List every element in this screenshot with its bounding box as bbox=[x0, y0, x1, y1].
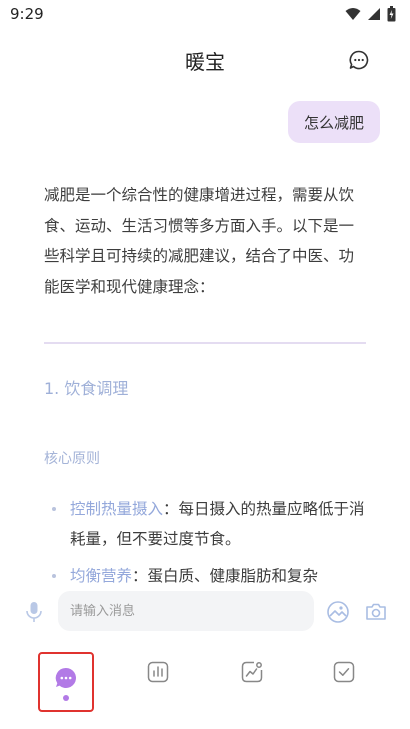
status-bar: 9:29 bbox=[0, 0, 410, 30]
bullet-separator: ： bbox=[163, 500, 179, 518]
divider bbox=[44, 342, 366, 344]
checkbox-icon bbox=[333, 661, 355, 683]
bar-chart-icon bbox=[147, 661, 169, 683]
wifi-icon bbox=[345, 8, 361, 20]
tab-checklist[interactable] bbox=[316, 648, 372, 708]
subsection-title: 核心原则 bbox=[44, 451, 100, 467]
bullet-dot bbox=[52, 574, 56, 578]
list-item: 均衡营养：蛋白质、健康脂肪和复杂 bbox=[44, 561, 366, 587]
tab-trend[interactable] bbox=[224, 648, 280, 708]
bullet-term: 控制热量摄入 bbox=[70, 500, 164, 518]
bullet-separator: ： bbox=[132, 567, 148, 585]
bullet-term: 均衡营养 bbox=[70, 567, 133, 585]
status-time: 9:29 bbox=[10, 5, 44, 23]
status-icons bbox=[345, 6, 396, 22]
microphone-icon[interactable] bbox=[24, 601, 44, 623]
trend-chart-icon bbox=[241, 661, 263, 683]
tab-chat[interactable] bbox=[38, 652, 94, 712]
signal-icon bbox=[368, 8, 380, 20]
bullet-dot bbox=[52, 507, 56, 511]
user-message-bubble: 怎么减肥 bbox=[287, 101, 380, 143]
chat-bubble-icon[interactable] bbox=[348, 49, 370, 71]
assistant-reply-text: 减肥是一个综合性的健康增进过程，需要从饮食、运动、生活习惯等多方面入手。以下是一… bbox=[44, 186, 355, 296]
camera-icon[interactable] bbox=[364, 600, 388, 624]
message-input-row bbox=[0, 590, 410, 634]
list-item: 控制热量摄入：每日摄入的热量应略低于消耗量，但不要过度节食。 bbox=[44, 494, 366, 554]
chat-icon bbox=[55, 667, 76, 688]
image-icon[interactable] bbox=[326, 600, 350, 624]
active-tab-indicator bbox=[63, 695, 69, 701]
bullet-text: 蛋白质、健康脂肪和复杂 bbox=[147, 567, 319, 585]
tab-statistics[interactable] bbox=[130, 648, 186, 708]
battery-icon bbox=[387, 6, 396, 22]
app-header: 暖宝 bbox=[0, 38, 410, 82]
bottom-tab-bar bbox=[0, 648, 410, 712]
section-title: 1. 饮食调理 bbox=[44, 379, 129, 398]
message-input[interactable] bbox=[58, 591, 314, 631]
